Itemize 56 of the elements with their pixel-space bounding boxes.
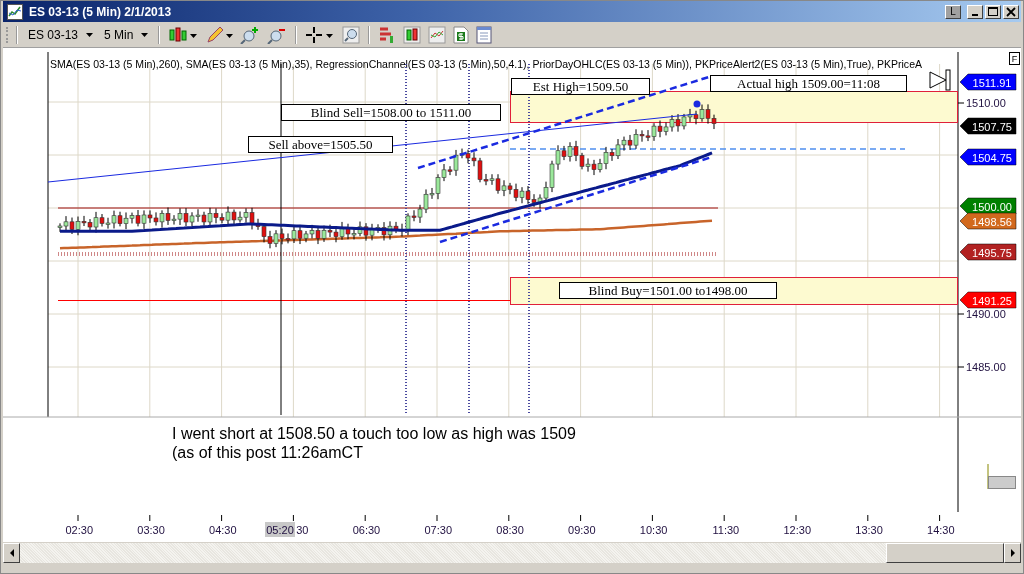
time-axis-label: 10:30 (639, 514, 668, 536)
time-axis-label: 07:30 (424, 514, 452, 536)
price-axis-label: 1485.00 (957, 361, 1006, 373)
time-axis-label: 12:30 (783, 514, 811, 536)
caret-icon (141, 32, 149, 37)
price-tag: 1495.75 (959, 243, 1017, 261)
interval-dropdown[interactable]: 5 Min (100, 27, 153, 42)
caret-icon (86, 32, 94, 37)
corner-label[interactable]: F (1009, 52, 1020, 65)
annotation-label: Blind Buy=1501.00 to1498.00 (559, 282, 777, 299)
minimize-button[interactable] (967, 4, 983, 19)
price-axis-label: 1510.00 (957, 97, 1006, 109)
zoom-end-icon[interactable] (929, 69, 951, 91)
window-title: ES 03-13 (5 Min) 2/1/2013 (29, 4, 172, 19)
price-tag: 1507.75 (959, 117, 1017, 135)
time-axis-label: 06:30 (352, 514, 381, 536)
time-axis-label: 03:30 (137, 514, 165, 536)
minimize-icon (972, 13, 978, 16)
time-axis-label: 13:30 (855, 514, 883, 536)
close-icon (1006, 6, 1016, 17)
layout-button[interactable]: L (945, 4, 961, 19)
annotation-label: Sell above=1505.50 (248, 136, 393, 153)
indicator-list: SMA(ES 03-13 (5 Min),260), SMA(ES 03-13 (5 Min),35), RegressionChannel(ES 03-13 (5 Min),50,4.1), PriorDayOHLC(ES 03-13 (5 Min)), PKPriceAlert2(ES 03-13 (5 Min),True), PKPriceA (50, 58, 962, 70)
annotation-label: Blind Sell=1508.00 to 1511.00 (281, 104, 501, 121)
annotation-label: Est High=1509.50 (511, 78, 650, 95)
time-axis-label: 14:30 (927, 514, 955, 536)
price-tag: 1504.75 (959, 148, 1017, 166)
mini-scale-icon (987, 463, 1016, 490)
symbol-dropdown[interactable]: ES 03-13 (24, 27, 98, 42)
close-button[interactable] (1003, 4, 1019, 19)
dollar-document-button[interactable] (451, 25, 472, 44)
time-axis-label: 09:30 (568, 514, 596, 536)
annotation-label: Actual high 1509.00=11:08 (710, 75, 907, 92)
search-button[interactable] (340, 25, 363, 44)
maximize-button[interactable] (985, 4, 1001, 19)
time-axis-label: 04:30 (209, 514, 237, 536)
candles-button[interactable] (401, 25, 424, 44)
line-chart-button[interactable] (426, 25, 449, 44)
scrollbar-thumb[interactable] (886, 543, 1004, 563)
price-axis-label: 1490.00 (957, 308, 1006, 320)
right-arrow-icon (1009, 549, 1016, 557)
scroll-right-button[interactable] (1004, 543, 1021, 563)
time-axis-label: 11:30 (712, 514, 740, 536)
maximize-icon (988, 6, 998, 17)
scroll-left-button[interactable] (3, 543, 20, 563)
document-button[interactable] (474, 25, 495, 44)
comment-text: I went short at 1508.50 a touch too low as high was 1509 (as of this post 11:26amCT (172, 425, 576, 461)
price-tag: 1498.56 (959, 212, 1017, 230)
high-marker-dot (693, 100, 701, 108)
chart-icon (7, 3, 23, 20)
time-axis-label: 02:30 (65, 514, 93, 536)
time-axis-label: 08:30 (496, 514, 524, 536)
price-tag: 1491.25 (959, 291, 1017, 309)
price-tag: 1511.91 (959, 73, 1017, 91)
left-arrow-icon (8, 549, 15, 557)
cursor-time-label: 05:20 (265, 522, 295, 537)
